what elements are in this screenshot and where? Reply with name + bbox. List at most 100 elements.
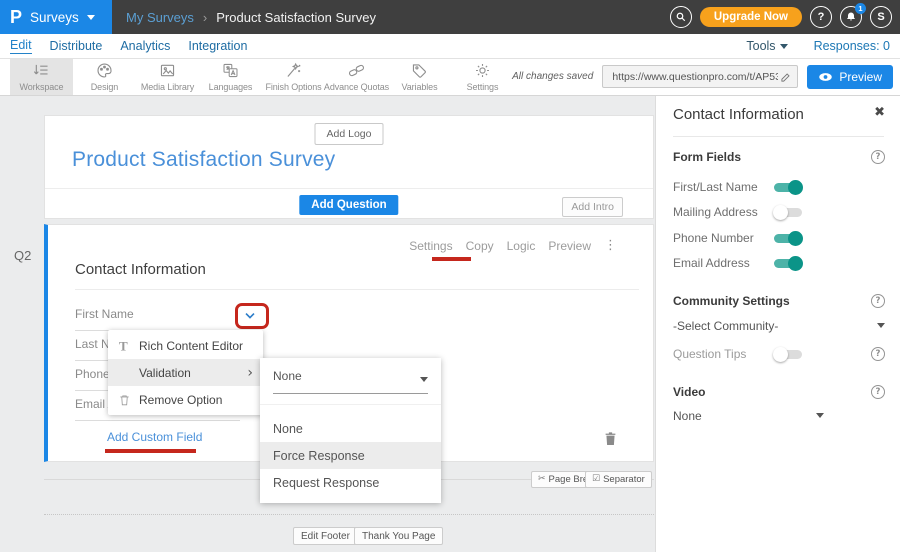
tab-distribute[interactable]: Distribute — [50, 39, 103, 53]
chain-links-icon — [347, 61, 366, 80]
question-tips-label: Question Tips — [673, 347, 746, 361]
question-action-copy[interactable]: Copy — [466, 239, 494, 253]
more-options-icon[interactable]: ⋮ — [604, 238, 617, 253]
tools-label: Tools — [746, 39, 775, 53]
chevron-down-icon — [87, 15, 95, 20]
validation-option-none[interactable]: None — [260, 415, 441, 442]
notifications-button[interactable]: 1 — [840, 6, 862, 28]
account-avatar[interactable]: S — [870, 6, 892, 28]
toolbar-item-workspace[interactable]: Workspace — [10, 58, 73, 95]
question-action-logic[interactable]: Logic — [507, 239, 536, 253]
toggle-label-first-last-name: First/Last Name — [673, 180, 758, 194]
top-header-bar: P Surveys My Surveys › Product Satisfact… — [0, 0, 900, 34]
editor-toolbar: Workspace Design Media Library Languages… — [0, 58, 900, 96]
upgrade-now-button[interactable]: Upgrade Now — [700, 7, 802, 27]
survey-nav-bar: Edit Distribute Analytics Integration To… — [0, 34, 900, 59]
toolbar-right-group: All changes saved Preview — [512, 58, 893, 95]
toggle-email-address[interactable] — [774, 259, 802, 268]
menu-item-label: Validation — [139, 366, 191, 380]
toolbar-item-finish-options[interactable]: Finish Options — [262, 58, 325, 95]
breadcrumb-separator: › — [203, 10, 207, 25]
toggle-label-phone-number: Phone Number — [673, 231, 754, 245]
question-action-settings[interactable]: Settings — [409, 239, 452, 253]
toggle-question-tips[interactable] — [774, 350, 802, 359]
separator-button[interactable]: ☑ Separator — [585, 471, 652, 488]
tab-integration[interactable]: Integration — [188, 39, 247, 53]
form-field-first-name[interactable]: First Name — [75, 307, 240, 331]
submenu-arrow-icon: › — [247, 366, 253, 380]
divider — [45, 188, 653, 189]
breadcrumb-my-surveys[interactable]: My Surveys — [126, 10, 194, 25]
avatar-initial: S — [877, 11, 884, 23]
text-editor-icon: T — [119, 339, 128, 352]
tab-edit[interactable]: Edit — [10, 38, 32, 54]
thank-you-page-button[interactable]: Thank You Page — [354, 527, 443, 545]
pencil-icon[interactable] — [780, 71, 792, 83]
product-menu-label: Surveys — [30, 10, 79, 25]
chevron-down-icon — [780, 44, 788, 49]
toolbar-item-label: Advance Quotas — [324, 82, 389, 92]
toolbar-item-media-library[interactable]: Media Library — [136, 58, 199, 95]
questionpro-survey-editor: P Surveys My Surveys › Product Satisfact… — [0, 0, 900, 552]
toolbar-item-variables[interactable]: Variables — [388, 58, 451, 95]
divider — [673, 136, 884, 137]
toggle-phone-number[interactable] — [774, 234, 802, 243]
question-action-preview[interactable]: Preview — [548, 239, 591, 253]
menu-item-label: Remove Option — [139, 393, 222, 407]
toolbar-item-label: Design — [91, 82, 118, 92]
add-question-button[interactable]: Add Question — [299, 195, 398, 215]
add-logo-button[interactable]: Add Logo — [315, 123, 384, 145]
tag-icon — [410, 61, 429, 80]
question-title[interactable]: Contact Information — [75, 261, 206, 278]
checkbox-icon: ☑ — [592, 475, 600, 484]
palette-icon — [95, 61, 114, 80]
toolbar-item-settings[interactable]: Settings — [451, 58, 514, 95]
toolbar-item-languages[interactable]: Languages — [199, 58, 262, 95]
validation-option-force-response[interactable]: Force Response — [260, 442, 441, 469]
toolbar-item-design[interactable]: Design — [73, 58, 136, 95]
add-custom-field-link[interactable]: Add Custom Field — [107, 430, 202, 444]
help-button[interactable]: ? — [810, 6, 832, 28]
toolbar-item-label: Languages — [209, 82, 253, 92]
edit-footer-button[interactable]: Edit Footer — [293, 527, 358, 545]
delete-question-trash-icon[interactable] — [604, 431, 617, 446]
help-icon[interactable]: ? — [871, 150, 885, 164]
field-options-chevron-icon[interactable] — [242, 308, 258, 324]
menu-item-validation[interactable]: Validation › — [108, 359, 263, 386]
help-icon[interactable]: ? — [871, 385, 885, 399]
responses-count[interactable]: Responses: 0 — [814, 39, 890, 53]
toggle-label-email-address: Email Address — [673, 256, 750, 270]
validation-select[interactable]: None — [273, 369, 428, 394]
survey-title[interactable]: Product Satisfaction Survey — [72, 148, 335, 172]
survey-header-block: Add Logo Product Satisfaction Survey Add… — [44, 115, 654, 219]
toolbar-item-label: Workspace — [20, 82, 64, 92]
toggle-mailing-address[interactable] — [774, 208, 802, 217]
questionpro-logo-icon: P — [10, 8, 22, 26]
form-fields-heading: Form Fields — [673, 150, 741, 164]
toolbar-item-advance-quotas[interactable]: Advance Quotas — [325, 58, 388, 95]
video-dropdown[interactable]: None — [673, 409, 702, 423]
tools-menu[interactable]: Tools — [746, 39, 787, 53]
chevron-down-icon — [877, 323, 885, 328]
close-icon[interactable]: ✖ — [874, 106, 885, 119]
tab-analytics[interactable]: Analytics — [120, 39, 170, 53]
select-community-dropdown[interactable]: -Select Community- — [673, 319, 778, 333]
search-button[interactable] — [670, 6, 692, 28]
image-icon — [158, 61, 177, 80]
add-intro-button[interactable]: Add Intro — [562, 197, 623, 217]
validation-option-request-response[interactable]: Request Response — [260, 469, 441, 496]
help-icon[interactable]: ? — [871, 294, 885, 308]
trash-icon — [119, 393, 130, 406]
surveys-product-menu[interactable]: P Surveys — [0, 0, 112, 34]
menu-item-remove-option[interactable]: Remove Option — [108, 386, 263, 413]
toggle-first-last-name[interactable] — [774, 183, 802, 192]
divider — [260, 404, 441, 405]
menu-item-label: Rich Content Editor — [139, 339, 243, 353]
survey-url-input[interactable] — [610, 70, 780, 84]
nav-right-group: Tools Responses: 0 — [746, 39, 890, 53]
menu-item-rich-content-editor[interactable]: T Rich Content Editor — [108, 332, 263, 359]
community-settings-heading: Community Settings — [673, 294, 790, 308]
eye-icon — [818, 72, 833, 82]
help-icon[interactable]: ? — [871, 347, 885, 361]
preview-button[interactable]: Preview — [807, 65, 893, 89]
